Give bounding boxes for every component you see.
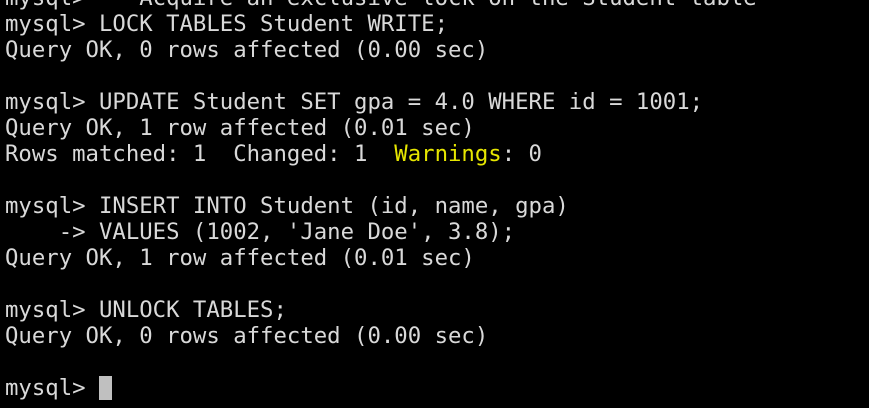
terminal-line-update-result: Query OK, 1 row affected (0.01 sec) xyxy=(5,115,475,141)
terminal-line-lock-result: Query OK, 0 rows affected (0.00 sec) xyxy=(5,37,489,63)
terminal-line-prompt[interactable]: mysql> xyxy=(5,375,757,401)
terminal-line-comment: mysql> -- Acquire an exclusive lock on t… xyxy=(5,0,757,11)
warnings-label: Warnings xyxy=(394,141,502,167)
terminal-line-insert-command: mysql> INSERT INTO Student (id, name, gp… xyxy=(5,193,569,219)
terminal-line-unlock-command: mysql> UNLOCK TABLES; xyxy=(5,297,287,323)
terminal-line-insert-result: Query OK, 1 row affected (0.01 sec) xyxy=(5,245,475,271)
rows-matched-text: Rows matched: 1 Changed: 1 xyxy=(5,141,395,167)
text-cursor xyxy=(98,376,112,400)
terminal-line-unlock-result: Query OK, 0 rows affected (0.00 sec) xyxy=(5,323,489,349)
warnings-value: : 0 xyxy=(501,141,542,167)
terminal-line-lock-command: mysql> LOCK TABLES Student WRITE; xyxy=(5,11,448,37)
terminal-line-insert-continuation: -> VALUES (1002, 'Jane Doe', 3.8); xyxy=(5,219,516,245)
prompt-label: mysql> xyxy=(5,375,99,401)
terminal-window[interactable]: mysql> -- Acquire an exclusive lock on t… xyxy=(0,0,869,408)
terminal-line-rows-matched: Rows matched: 1 Changed: 1 Warnings: 0 xyxy=(5,141,757,167)
terminal-output: mysql> -- Acquire an exclusive lock on t… xyxy=(5,0,757,401)
terminal-line-update-command: mysql> UPDATE Student SET gpa = 4.0 WHER… xyxy=(5,89,704,115)
